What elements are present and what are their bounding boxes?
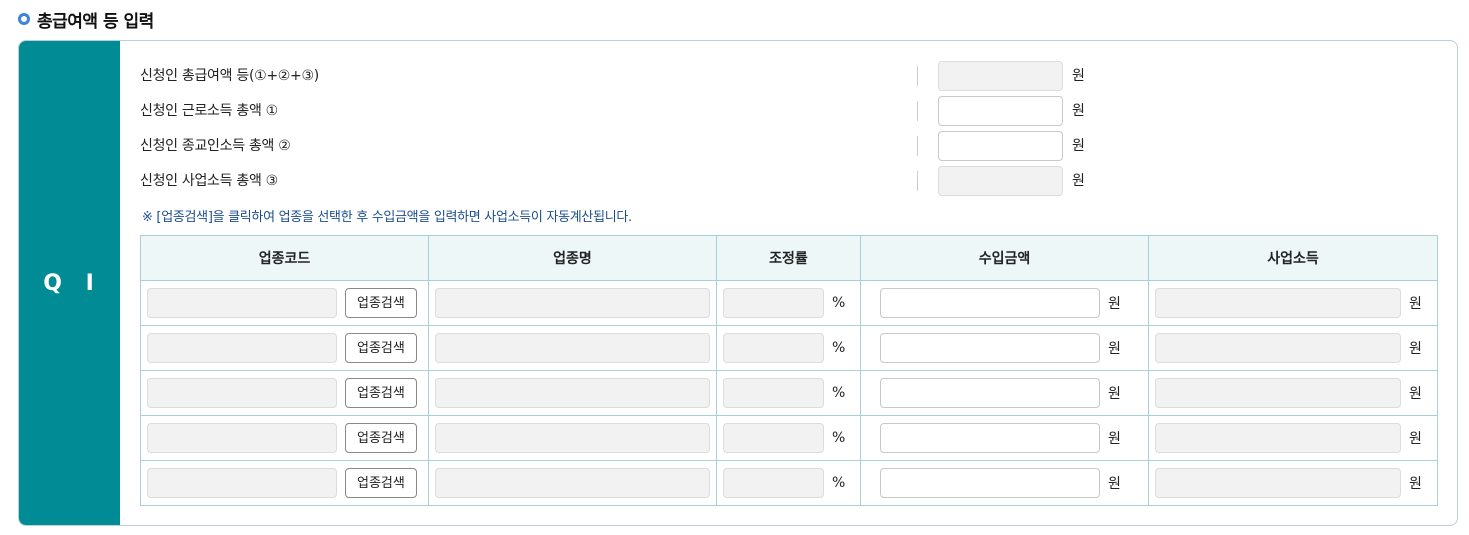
business-income-field: [1155, 378, 1401, 408]
table-row: 업종검색 % 원 원: [140, 370, 1438, 416]
summary-row-total: 신청인 총급여액 등(①+②+③) 원: [140, 61, 1140, 91]
religious-income-field[interactable]: [938, 131, 1063, 161]
won-unit: 원: [1409, 476, 1422, 492]
panel-side-label: Q I: [19, 41, 120, 525]
adjust-rate-field: [723, 288, 824, 318]
industry-search-button[interactable]: 업종검색: [345, 333, 417, 363]
business-income-field: [1155, 423, 1401, 453]
table-row: 업종검색 % 원 원: [140, 325, 1438, 371]
won-unit: 원: [1409, 341, 1422, 357]
divider: [917, 136, 918, 156]
business-income-field: [1155, 468, 1401, 498]
divider: [917, 101, 918, 121]
summary-row-earned: 신청인 근로소득 총액 ① 원: [140, 96, 1140, 126]
won-unit: 원: [1409, 296, 1422, 312]
industry-search-button[interactable]: 업종검색: [345, 378, 417, 408]
header-business-income: 사업소득: [1148, 235, 1438, 281]
earned-income-field[interactable]: [938, 96, 1063, 126]
industry-search-button[interactable]: 업종검색: [345, 288, 417, 318]
won-unit: 원: [1108, 431, 1121, 447]
industry-code-field: [147, 288, 337, 318]
revenue-input[interactable]: [880, 333, 1100, 363]
percent-unit: %: [832, 340, 846, 356]
revenue-input[interactable]: [880, 423, 1100, 453]
revenue-input[interactable]: [880, 468, 1100, 498]
business-income-field: [1155, 333, 1401, 363]
auto-calc-notice: ※ [업종검색]을 클릭하여 업종을 선택한 후 수입금액을 입력하면 사업소득…: [142, 210, 632, 225]
income-input-panel: Q I 신청인 총급여액 등(①+②+③) 원 신청인 근로소득 총액 ① 원 …: [18, 40, 1458, 526]
section-header: 총급여액 등 입력: [18, 7, 154, 32]
table-row: 업종검색 % 원 원: [140, 280, 1438, 326]
percent-unit: %: [832, 475, 846, 491]
divider: [917, 66, 918, 86]
header-industry-code: 업종코드: [140, 235, 429, 281]
adjust-rate-field: [723, 468, 824, 498]
total-income-field: [938, 61, 1063, 91]
business-income-field: [1155, 288, 1401, 318]
business-income-total-field: [938, 166, 1063, 196]
header-adjust-rate: 조정률: [716, 235, 861, 281]
industry-name-field: [435, 468, 710, 498]
business-income-table: 업종코드 업종명 조정률 수입금액 사업소득 업종검색 % 원 원 업종검색 %…: [140, 235, 1438, 506]
table-header-row: 업종코드 업종명 조정률 수입금액 사업소득: [140, 235, 1438, 281]
percent-unit: %: [832, 385, 846, 401]
percent-unit: %: [832, 430, 846, 446]
unit-label: 원: [1072, 103, 1085, 119]
summary-label: 신청인 근로소득 총액 ①: [140, 103, 278, 119]
won-unit: 원: [1108, 296, 1121, 312]
table-row: 업종검색 % 원 원: [140, 460, 1438, 506]
summary-label: 신청인 사업소득 총액 ③: [140, 173, 278, 189]
unit-label: 원: [1072, 173, 1085, 189]
summary-row-religious: 신청인 종교인소득 총액 ② 원: [140, 131, 1140, 161]
industry-code-field: [147, 333, 337, 363]
won-unit: 원: [1108, 476, 1121, 492]
circle-bullet-icon: [18, 13, 30, 25]
industry-search-button[interactable]: 업종검색: [345, 468, 417, 498]
adjust-rate-field: [723, 423, 824, 453]
summary-row-business: 신청인 사업소득 총액 ③ 원: [140, 166, 1140, 196]
header-revenue: 수입금액: [860, 235, 1149, 281]
summary-label: 신청인 종교인소득 총액 ②: [140, 138, 291, 154]
adjust-rate-field: [723, 333, 824, 363]
header-industry-name: 업종명: [428, 235, 717, 281]
unit-label: 원: [1072, 138, 1085, 154]
revenue-input[interactable]: [880, 378, 1100, 408]
summary-label: 신청인 총급여액 등(①+②+③): [140, 68, 319, 84]
industry-name-field: [435, 423, 710, 453]
industry-code-field: [147, 378, 337, 408]
revenue-input[interactable]: [880, 288, 1100, 318]
industry-code-field: [147, 468, 337, 498]
unit-label: 원: [1072, 68, 1085, 84]
industry-code-field: [147, 423, 337, 453]
industry-name-field: [435, 378, 710, 408]
won-unit: 원: [1108, 341, 1121, 357]
table-row: 업종검색 % 원 원: [140, 415, 1438, 461]
industry-name-field: [435, 333, 710, 363]
industry-name-field: [435, 288, 710, 318]
adjust-rate-field: [723, 378, 824, 408]
divider: [917, 171, 918, 191]
panel-side-text: Q I: [43, 270, 102, 296]
won-unit: 원: [1409, 386, 1422, 402]
industry-search-button[interactable]: 업종검색: [345, 423, 417, 453]
won-unit: 원: [1409, 431, 1422, 447]
section-title: 총급여액 등 입력: [37, 11, 154, 32]
percent-unit: %: [832, 295, 846, 311]
won-unit: 원: [1108, 386, 1121, 402]
